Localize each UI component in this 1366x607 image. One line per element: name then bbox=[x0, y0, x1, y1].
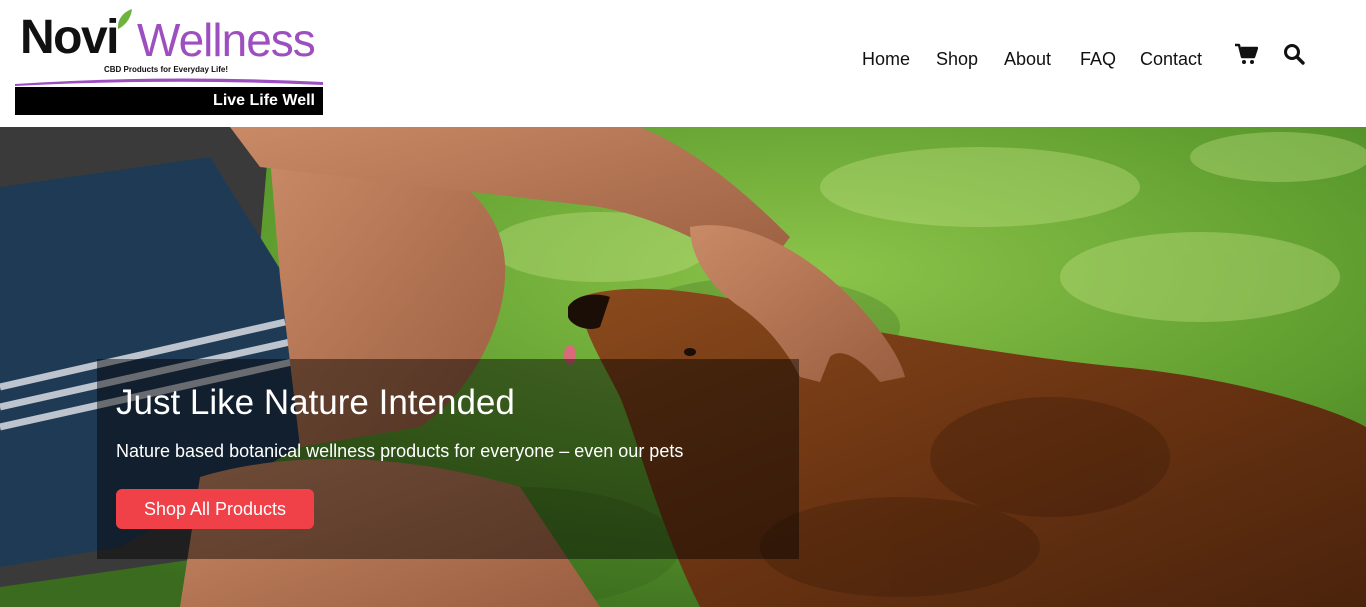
logo-brand-color: Wellness bbox=[137, 14, 316, 66]
nav-contact[interactable]: Contact bbox=[1140, 46, 1202, 72]
logo-band-text: Live Life Well bbox=[213, 92, 315, 109]
site-logo[interactable]: Novi Wellness CBD Products for Everyday … bbox=[15, 8, 323, 115]
nav-faq[interactable]: FAQ bbox=[1080, 46, 1116, 72]
hero-banner bbox=[0, 127, 1366, 607]
logo-tagline: CBD Products for Everyday Life! bbox=[104, 65, 229, 74]
search-icon[interactable] bbox=[1282, 42, 1306, 66]
logo-band: Live Life Well bbox=[15, 87, 323, 115]
shop-all-products-button[interactable]: Shop All Products bbox=[116, 489, 314, 529]
logo-wordmark: Novi Wellness CBD Products for Everyday … bbox=[15, 8, 323, 82]
cart-icon[interactable] bbox=[1234, 42, 1258, 66]
nav-shop[interactable]: Shop bbox=[936, 46, 978, 72]
hero-subtitle: Nature based botanical wellness products… bbox=[116, 441, 684, 461]
nav-home[interactable]: Home bbox=[862, 46, 910, 72]
hero-title: Just Like Nature Intended bbox=[116, 383, 515, 422]
site-header: Novi Wellness CBD Products for Everyday … bbox=[0, 0, 1366, 127]
logo-swoosh bbox=[15, 78, 323, 86]
leaf-icon bbox=[117, 9, 132, 29]
nav-about[interactable]: About bbox=[1004, 46, 1051, 72]
logo-brand-dark: Novi bbox=[20, 11, 120, 64]
